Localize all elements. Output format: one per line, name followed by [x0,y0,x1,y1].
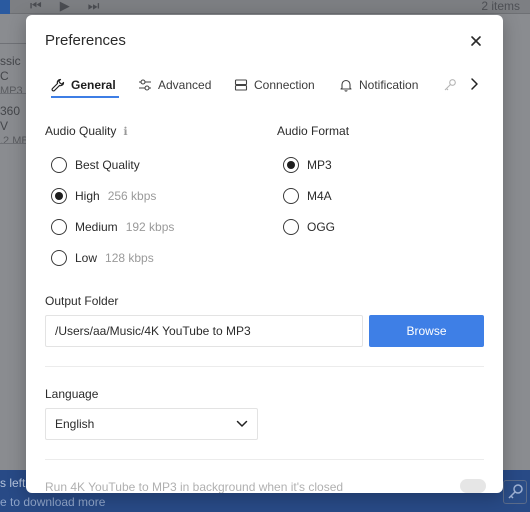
format-m4a-option[interactable]: M4A [283,188,332,204]
server-icon [234,79,248,91]
close-icon [471,36,481,46]
audio-format-label: Audio Format [277,124,350,138]
option-label: MP3 [307,158,332,172]
bell-icon [340,79,352,92]
key-icon [444,79,456,91]
tab-bar: General Advanced Connection Notification [45,71,485,99]
dialog-title: Preferences [45,32,126,49]
radio-button[interactable] [283,188,299,204]
tab-label: Notification [359,78,419,92]
play-icon: ▶ [59,0,70,13]
option-bitrate: 128 kbps [105,251,154,265]
option-label: M4A [307,189,332,203]
tab-advanced[interactable]: Advanced [138,71,211,99]
quality-low-option[interactable]: Low 128 kbps [51,250,154,266]
section-divider [45,459,484,460]
active-tab-indicator [51,96,119,98]
background-status-subtext: e to download more [0,495,106,509]
radio-button[interactable] [283,157,299,173]
items-count: 2 items [481,0,520,13]
quality-best-option[interactable]: Best Quality [51,157,140,173]
option-bitrate: 256 kbps [107,189,157,203]
radio-button[interactable] [51,157,67,173]
option-bitrate: 192 kbps [125,220,175,234]
section-divider [45,366,484,367]
tab-label: General [71,78,116,92]
tab-notification[interactable]: Notification [339,71,418,99]
output-folder-path: /Users/aa/Music/4K YouTube to MP3 [55,324,251,338]
browse-button[interactable]: Browse [369,315,484,347]
tabs-scroll-right-button[interactable] [467,75,481,93]
key-icon [503,480,527,504]
sliders-icon [139,79,151,91]
option-label: Medium [75,220,118,234]
language-label: Language [45,387,99,401]
option-label: OGG [307,220,336,234]
chevron-down-icon [236,420,248,427]
option-label: High [75,189,100,203]
quality-medium-option[interactable]: Medium 192 kbps [51,219,174,235]
tab-license[interactable] [443,71,457,99]
close-button[interactable] [467,32,485,50]
format-ogg-option[interactable]: OGG [283,219,335,235]
language-select[interactable]: English [45,408,258,440]
tab-label: Advanced [158,78,212,92]
radio-button[interactable] [283,219,299,235]
format-mp3-option[interactable]: MP3 [283,157,332,173]
info-icon[interactable]: ℹ [123,125,127,138]
previous-icon: ⏮ [30,0,42,13]
tab-label: Connection [254,78,315,92]
quality-high-option[interactable]: High 256 kbps [51,188,156,204]
wrench-icon [51,78,65,92]
radio-button[interactable] [51,219,67,235]
next-icon: ⏭ [87,0,100,13]
run-in-background-label: Run 4K YouTube to MP3 in background when… [45,480,344,493]
language-selected-value: English [55,417,95,431]
audio-quality-label-text: Audio Quality [45,124,117,138]
option-label: Best Quality [75,158,140,172]
background-status-text: s left [0,476,26,490]
player-controls: ⏮ ▶ ⏭ [30,0,99,12]
tab-connection[interactable]: Connection [234,71,315,99]
run-in-background-toggle[interactable] [460,479,486,493]
audio-quality-label: Audio Quality ℹ [45,124,128,138]
background-toolbar: ⏮ ▶ ⏭ 2 items [0,0,530,14]
radio-button[interactable] [51,188,67,204]
chevron-right-icon [471,78,478,90]
background-toolbar-accent [0,0,10,14]
preferences-dialog: Preferences General Advanced Connection … [26,15,503,493]
output-folder-field[interactable]: /Users/aa/Music/4K YouTube to MP3 [45,315,363,347]
radio-button[interactable] [51,250,67,266]
output-folder-label: Output Folder [45,294,119,308]
option-label: Low [75,251,98,265]
tab-general[interactable]: General [51,71,116,99]
